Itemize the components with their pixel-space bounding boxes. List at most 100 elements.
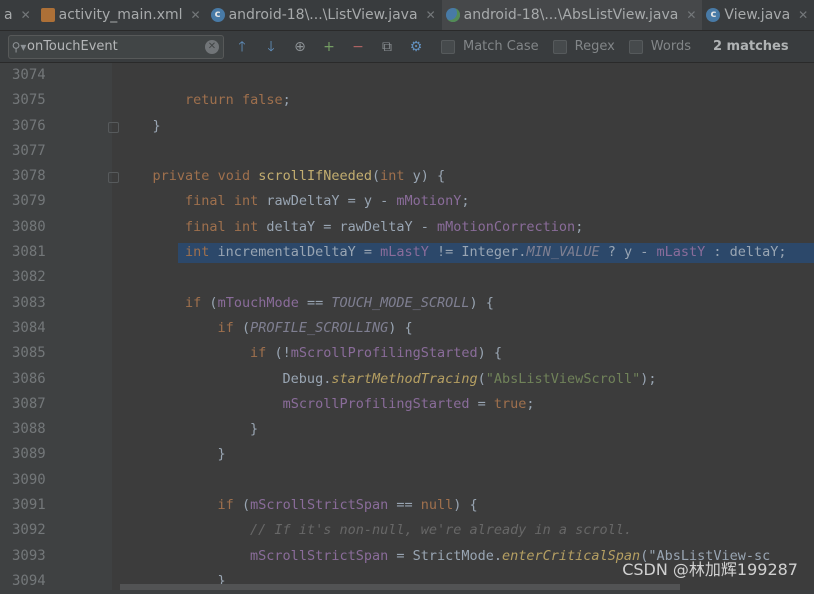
tab-label: activity_main.xml (58, 7, 183, 23)
code-lines: 3074 3075 return false; 3076 } 3077 3078 pri… (0, 63, 814, 594)
line-number: 3080 (12, 218, 46, 235)
line-number: 3084 (12, 319, 46, 336)
code-text: if (mTouchMode == TOUCH_MODE_SCROLL) { (185, 294, 494, 311)
line-number: 3075 (12, 92, 46, 109)
code-text: final int deltaY = rawDeltaY - mMotionCo… (185, 218, 584, 235)
select-all-occurrences-icon[interactable]: ⧉ (376, 36, 398, 58)
close-icon[interactable]: ✕ (798, 8, 808, 22)
clear-search-icon[interactable]: ✕ (205, 39, 219, 54)
code-line[interactable]: 3075 return false; (0, 88, 814, 113)
line-number: 3092 (12, 522, 46, 539)
tab-activity-main-xml[interactable]: activity_main.xml ✕ (37, 0, 207, 30)
tab-label: android-18\...\AbsListView.java (463, 7, 679, 23)
line-number: 3082 (12, 269, 46, 286)
code-line[interactable]: 3081 int incrementalDeltaY = mLastY != I… (0, 240, 814, 265)
editor-tab-bar: a ✕ activity_main.xml ✕ c android-18\...… (0, 0, 814, 31)
line-number: 3078 (12, 168, 46, 185)
code-line[interactable]: 3092 // If it's non-null, we're already … (0, 518, 814, 543)
code-line[interactable]: 3074 (0, 63, 814, 88)
line-number: 3091 (12, 497, 46, 514)
tab-label: a (4, 7, 13, 23)
code-text: int incrementalDeltaY = mLastY != Intege… (185, 244, 787, 261)
close-icon[interactable]: ✕ (21, 8, 31, 22)
code-line[interactable]: 3091 if (mScrollStrictSpan == null) { (0, 493, 814, 518)
line-number: 3087 (12, 395, 46, 412)
code-line[interactable]: 3089 } (0, 442, 814, 467)
tab-view-java[interactable]: c View.java ✕ (702, 0, 814, 30)
code-line[interactable]: 3076 } (0, 114, 814, 139)
settings-gear-icon[interactable]: ⚙ (405, 36, 427, 58)
code-text: if (PROFILE_SCROLLING) { (217, 319, 413, 336)
xml-file-icon (40, 8, 55, 22)
line-number: 3089 (12, 446, 46, 463)
line-number: 3086 (12, 370, 46, 387)
search-icon[interactable]: ⚲▾ (11, 40, 27, 54)
regex-label: Regex (574, 39, 615, 54)
code-line[interactable]: 3085 if (!mScrollProfilingStarted) { (0, 341, 814, 366)
code-line[interactable]: 3078 private void scrollIfNeeded(int y) … (0, 164, 814, 189)
code-text: if (mScrollStrictSpan == null) { (217, 497, 478, 514)
regex-checkbox[interactable] (552, 39, 567, 54)
code-line[interactable]: 3077 (0, 139, 814, 164)
code-text: Debug.startMethodTracing("AbsListViewScr… (120, 370, 657, 387)
code-text: return false; (185, 92, 291, 109)
find-all-icon[interactable]: ⊕ (289, 36, 311, 58)
match-case-checkbox[interactable] (441, 39, 455, 54)
search-input[interactable]: ⚲▾ onTouchEvent ✕ (8, 34, 224, 59)
close-icon[interactable]: ✕ (191, 8, 201, 22)
line-number: 3093 (12, 547, 46, 564)
previous-occurrence-icon[interactable]: 🡑 (231, 36, 253, 58)
tab-truncated[interactable]: a ✕ (0, 0, 37, 30)
tab-abslistview-java[interactable]: android-18\...\AbsListView.java ✕ (441, 0, 703, 30)
line-number: 3085 (12, 345, 46, 362)
next-occurrence-icon[interactable]: 🡓 (260, 36, 282, 58)
class-icon: c (210, 8, 225, 22)
match-count: 2 matches (712, 39, 789, 54)
search-value[interactable]: onTouchEvent (27, 39, 205, 54)
watermark: CSDN @林加辉199287 (622, 560, 798, 579)
code-editor[interactable]: 3074 3075 return false; 3076 } 3077 3078 pri… (0, 63, 814, 590)
line-number: 3088 (12, 421, 46, 438)
line-number: 3079 (12, 193, 46, 210)
code-line[interactable]: 3087 mScrollProfilingStarted = true; (0, 392, 814, 417)
code-text: } (120, 572, 226, 589)
code-text: } (120, 421, 259, 438)
line-number: 3090 (12, 471, 46, 488)
fold-marker-icon[interactable] (108, 121, 119, 133)
code-text: if (!mScrollProfilingStarted) { (250, 345, 503, 362)
code-text: private void scrollIfNeeded(int y) { (152, 168, 446, 185)
remove-selection-icon[interactable]: − (347, 36, 369, 58)
line-number: 3083 (12, 294, 46, 311)
code-line[interactable]: 3090 (0, 468, 814, 493)
fold-marker-icon[interactable] (108, 172, 119, 184)
code-text: mScrollProfilingStarted = true; (282, 395, 535, 412)
line-number: 3074 (12, 67, 46, 83)
line-number: 3081 (12, 244, 46, 261)
code-text: } (120, 446, 226, 463)
line-number: 3094 (12, 572, 46, 589)
code-line[interactable]: 3079 final int rawDeltaY = y - mMotionY; (0, 189, 814, 214)
add-selection-icon[interactable]: + (318, 36, 340, 58)
words-checkbox[interactable] (628, 39, 643, 54)
words-option[interactable]: Words (628, 39, 691, 54)
tab-label: android-18\...\ListView.java (228, 7, 418, 23)
code-line[interactable]: 3084 if (PROFILE_SCROLLING) { (0, 316, 814, 341)
line-number: 3076 (12, 117, 46, 134)
horizontal-scrollbar[interactable] (120, 584, 680, 590)
code-text: final int rawDeltaY = y - mMotionY; (185, 193, 470, 210)
globe-class-icon (445, 8, 460, 22)
close-icon[interactable]: ✕ (426, 8, 436, 22)
code-line[interactable]: 3082 (0, 265, 814, 290)
code-line[interactable]: 3088 } (0, 417, 814, 442)
code-line[interactable]: 3080 final int deltaY = rawDeltaY - mMot… (0, 215, 814, 240)
close-icon[interactable]: ✕ (686, 8, 696, 22)
find-toolbar: ⚲▾ onTouchEvent ✕ 🡑 🡓 ⊕ + − ⧉ ⚙ Match Ca… (0, 31, 814, 63)
tab-listview-java[interactable]: c android-18\...\ListView.java ✕ (207, 0, 442, 30)
match-case-label: Match Case (463, 39, 539, 54)
class-icon: c (706, 8, 721, 22)
code-text: } (120, 117, 161, 134)
code-line[interactable]: 3083 if (mTouchMode == TOUCH_MODE_SCROLL… (0, 291, 814, 316)
regex-option[interactable]: Regex (552, 39, 615, 54)
code-line[interactable]: 3086 Debug.startMethodTracing("AbsListVi… (0, 367, 814, 392)
match-case-option[interactable]: Match Case (441, 39, 539, 54)
